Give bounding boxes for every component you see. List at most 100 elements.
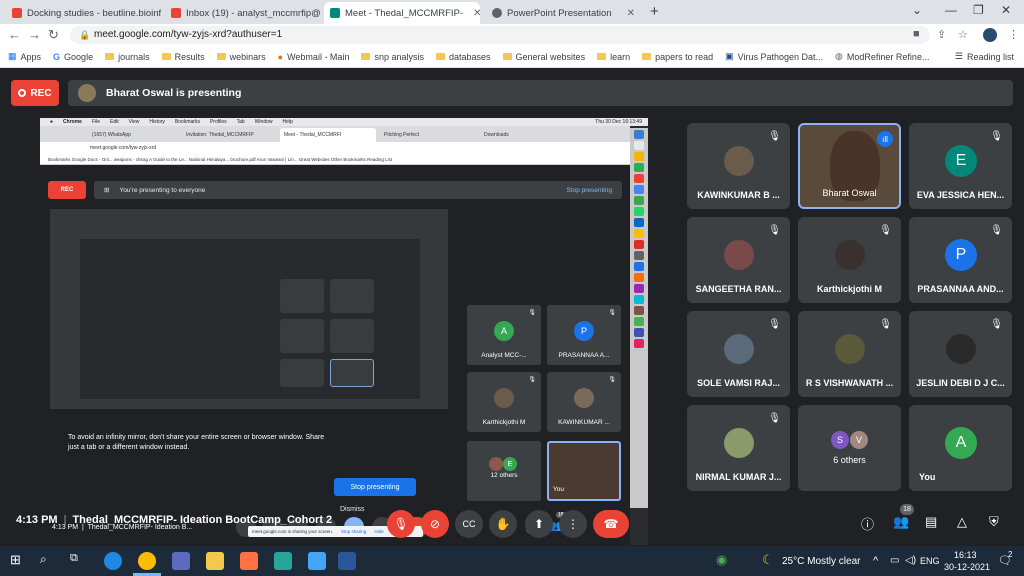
participant-tile[interactable]: 🎙 NIRMAL KUMAR J... — [687, 405, 790, 491]
reading-list[interactable]: ☰ Reading list — [955, 51, 1014, 62]
dock-app-icon — [634, 284, 644, 293]
dock-app-icon — [634, 185, 644, 194]
avatar — [724, 334, 754, 364]
app-icon[interactable] — [274, 552, 292, 570]
volume-icon[interactable]: ◁) — [905, 555, 916, 566]
participant-tile-active[interactable]: ıll Bharat Oswal — [798, 123, 901, 209]
minimize-button[interactable]: — — [945, 3, 957, 17]
bookmark-apps[interactable]: ▦ Apps — [8, 51, 41, 62]
bookmark-journals[interactable]: journals — [105, 52, 150, 62]
profile-avatar[interactable] — [983, 28, 997, 42]
bookmark-webmail[interactable]: ● Webmail - Main — [278, 52, 350, 62]
bookmark-papers-to-read[interactable]: papers to read — [642, 52, 713, 62]
task-view-icon[interactable]: ⧉ — [70, 552, 88, 570]
clock-date[interactable]: 30-12-2021 — [944, 562, 990, 572]
bookmark-google[interactable]: G Google — [53, 52, 93, 62]
people-icon[interactable]: 👥 — [893, 514, 909, 530]
app-icon[interactable] — [240, 552, 258, 570]
forward-button[interactable]: → — [28, 27, 41, 42]
participant-tile[interactable]: 🎙 KAWINKUMAR B ... — [687, 123, 790, 209]
chat-icon[interactable]: ▤ — [925, 514, 937, 530]
activities-icon[interactable]: △ — [957, 514, 967, 530]
menu-dots-icon[interactable]: ⋮ — [1008, 28, 1019, 41]
participant-tile[interactable]: 🎙 JESLIN DEBI D J C... — [909, 311, 1012, 397]
notifications-count: 2 — [1008, 550, 1013, 559]
bookmark-general-websites[interactable]: General websites — [502, 52, 585, 62]
bookmark-learn[interactable]: learn — [597, 52, 630, 62]
close-icon[interactable]: ✕ — [473, 8, 480, 19]
inner-tile: 🎙 A Analyst MCC-... — [467, 305, 541, 365]
new-tab-button[interactable]: + — [650, 3, 659, 20]
tab-powerpoint[interactable]: PowerPoint Presentation ✕ — [486, 2, 641, 24]
language-indicator[interactable]: ENG — [920, 556, 940, 566]
weather-icon[interactable]: ☾ — [762, 552, 780, 570]
mic-off-icon: 🎙 — [608, 310, 616, 316]
word-icon[interactable] — [338, 552, 356, 570]
folder-icon — [105, 53, 115, 60]
meeting-details-icon[interactable]: ⓘ — [861, 514, 874, 533]
participant-initial: V — [850, 431, 868, 449]
bookmark-databases[interactable]: databases — [435, 52, 491, 62]
participant-tile[interactable]: 🎙 SANGEETHA RAN... — [687, 217, 790, 303]
camera-icon[interactable]: ■ — [913, 28, 920, 40]
participant-tile-self[interactable]: A You — [909, 405, 1012, 491]
weather-text[interactable]: 25°C Mostly clear — [782, 556, 860, 567]
meet-icon — [330, 8, 340, 18]
participant-tile[interactable]: 🎙 E EVA JESSICA HEN... — [909, 123, 1012, 209]
close-icon[interactable]: ✕ — [627, 8, 635, 19]
close-window-button[interactable]: ✕ — [1001, 3, 1011, 17]
captions-button[interactable]: CC — [455, 510, 483, 538]
star-icon[interactable]: ☆ — [958, 28, 968, 41]
inner-tab: Downloads — [484, 132, 509, 138]
more-options-button[interactable]: ⋮ — [559, 510, 587, 538]
tab-inbox[interactable]: Inbox (19) - analyst_mccmrfip@ ✕ — [165, 2, 320, 24]
screen: Docking studies - beutline.bioinf ✕ Inbo… — [0, 0, 1024, 576]
mic-toggle-button[interactable]: 🎙 — [387, 510, 415, 538]
share-icon[interactable]: ⇪ — [937, 28, 946, 41]
inner-meet: REC ⊞ You're presenting to everyone Stop… — [40, 165, 630, 545]
url-input[interactable]: 🔒 meet.google.com/tyw-zyjs-xrd?authuser=… — [70, 26, 930, 44]
mirror-tile — [330, 279, 374, 313]
file-explorer-icon[interactable] — [206, 552, 224, 570]
search-icon[interactable]: ⌕ — [40, 552, 58, 570]
avatar — [724, 428, 754, 458]
bookmark-snp-analysis[interactable]: snp analysis — [361, 52, 424, 62]
tab-docking-studies[interactable]: Docking studies - beutline.bioinf ✕ — [6, 2, 161, 24]
chevron-up-icon[interactable]: ^ — [873, 555, 878, 567]
menu-item: Chrome — [63, 119, 82, 125]
rec-badge[interactable]: REC — [11, 80, 59, 106]
participant-tile[interactable]: 🎙 P PRASANNAA AND... — [909, 217, 1012, 303]
network-icon[interactable]: ▭ — [890, 555, 899, 566]
hang-up-button[interactable]: ☎ — [593, 510, 629, 538]
reload-button[interactable]: ↻ — [48, 27, 59, 43]
tab-search-icon[interactable]: ⌄ — [912, 3, 922, 17]
clock-time[interactable]: 16:13 — [954, 550, 977, 560]
back-button[interactable]: ← — [8, 27, 21, 42]
menu-item: Bookmarks — [174, 119, 200, 125]
bookmark-webinars[interactable]: webinars — [216, 52, 266, 62]
bookmark-modrefiner[interactable]: ◍ ModRefiner Refine... — [835, 51, 929, 62]
dock-app-icon — [634, 141, 644, 150]
participant-tile-others[interactable]: S V 6 others — [798, 405, 901, 491]
participant-tile[interactable]: 🎙 Karthickjothi M — [798, 217, 901, 303]
edge-icon[interactable] — [104, 552, 122, 570]
windows-taskbar: ⊞ ⌕ ⧉ ◉ ☾ 25°C Mostly clear ^ ▭ ◁) ENG 1… — [0, 546, 1024, 576]
menu-item: Window — [254, 119, 273, 125]
app-icon[interactable] — [172, 552, 190, 570]
camera-toggle-button[interactable]: ⊘ — [421, 510, 449, 538]
participant-tile[interactable]: 🎙 R S VISHWANATH ... — [798, 311, 901, 397]
present-button[interactable]: ⬆ — [525, 510, 553, 538]
participant-tile[interactable]: 🎙 SOLE VAMSI RAJ... — [687, 311, 790, 397]
app-icon[interactable] — [308, 552, 326, 570]
raise-hand-button[interactable]: ✋ — [489, 510, 517, 538]
mac-menu-bar: ● Chrome File Edit View History Bookmark… — [40, 118, 648, 126]
bookmark-results[interactable]: Results — [161, 52, 205, 62]
bookmark-virus-pathogen[interactable]: ▣ Virus Pathogen Dat... — [725, 51, 823, 62]
avatar — [724, 146, 754, 176]
windows-start-icon[interactable]: ⊞ — [10, 552, 28, 570]
host-controls-icon[interactable]: ⛨ — [989, 514, 999, 530]
chrome-icon[interactable] — [138, 552, 156, 570]
tab-meet[interactable]: Meet - Thedal_MCCMRFIP- ✕ — [324, 2, 480, 24]
whatsapp-tray-icon[interactable]: ◉ — [716, 552, 734, 570]
maximize-button[interactable]: ❐ — [973, 3, 984, 17]
